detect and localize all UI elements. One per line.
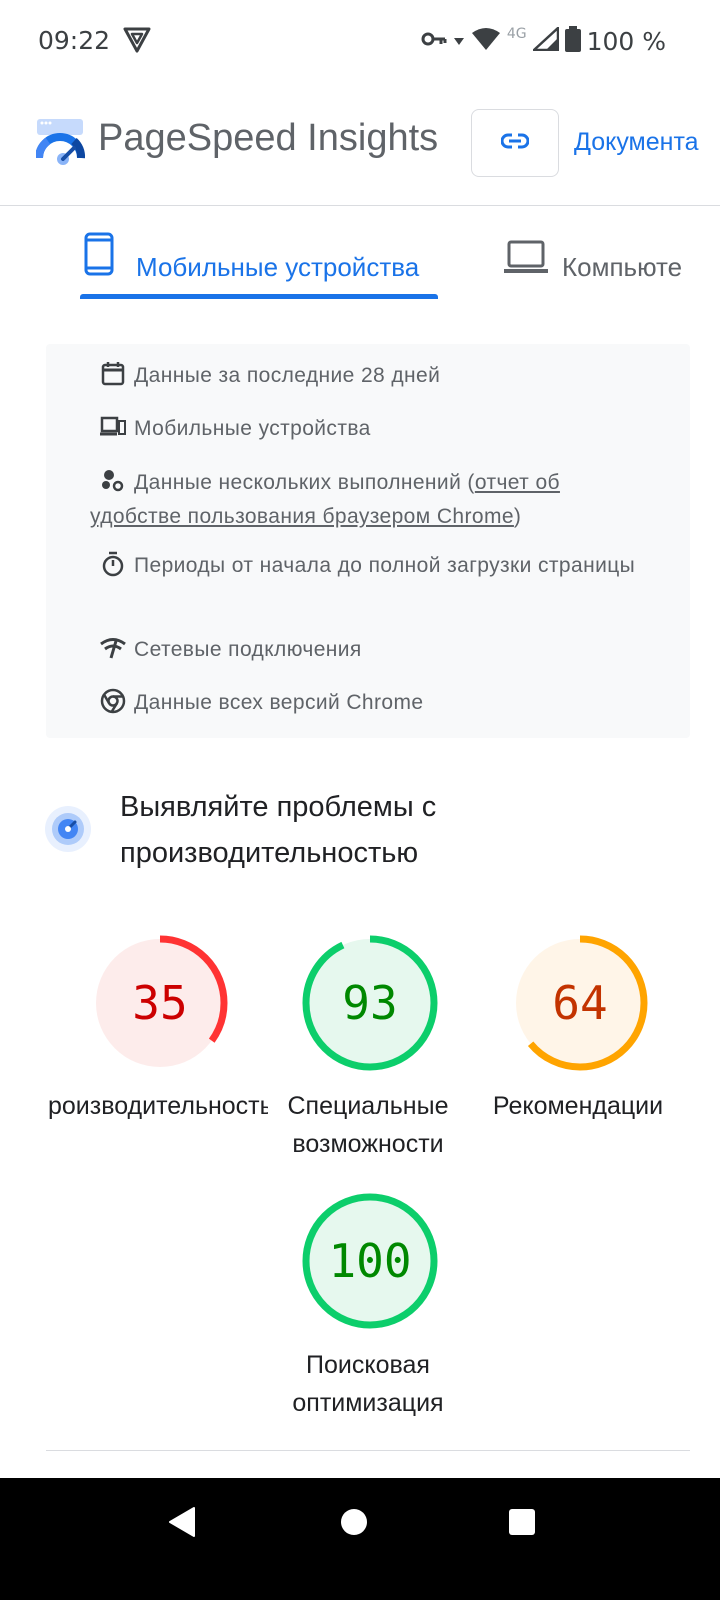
network-icon [100,635,126,661]
back-icon[interactable] [168,1506,196,1543]
chrome-icon [100,688,126,714]
dropdown-indicator-icon [453,33,465,51]
recents-icon[interactable] [508,1508,536,1541]
performance-label: Производительность [48,1087,268,1125]
app-title: PageSpeed Insights [98,117,439,159]
smartphone-icon [84,232,114,281]
tab-mobile[interactable]: Мобильные устройства [80,226,440,300]
docs-link[interactable]: Документа [574,128,699,157]
field-data-info-panel: Данные за последние 28 дней Мобильные ус… [46,344,690,738]
tab-mobile-label: Мобильные устройства [136,252,420,282]
tab-desktop-label: Компьюте [562,252,683,282]
info-devices: Мобильные устройства [90,412,650,446]
info-period-text: Данные за последние 28 дней [134,364,441,387]
performance-score-gauge[interactable]: 35 [90,933,230,1073]
info-connections-text: Сетевые подключения [134,638,362,661]
device-tabs: Мобильные устройства Компьюте [0,206,720,306]
signal-icon [530,25,559,56]
tab-desktop[interactable]: Компьюте [504,226,720,300]
info-durations-text: Периоды от начала до полной загрузки стр… [134,554,636,577]
info-versions: Данные всех версий Chrome [90,686,650,720]
link-icon [500,133,530,154]
tab-active-indicator [80,294,438,299]
info-durations: Периоды от начала до полной загрузки стр… [90,549,650,583]
battery-level: 100 % [586,27,666,56]
timer-icon [100,551,126,577]
app-header: PageSpeed Insights Документа [0,92,720,206]
info-samples-prefix: Данные нескольких выполнений ( [134,471,475,494]
best-practices-score-gauge[interactable]: 64 [510,933,650,1073]
network-type: 4G [506,25,527,42]
info-samples: Данные нескольких выполнений (отчет об у… [90,466,650,534]
section-title: Выявляйте проблемы с производительностью [120,791,437,869]
copy-link-button[interactable] [471,109,559,177]
accessibility-score: 93 [342,976,398,1030]
accessibility-label: Специальные возможности [287,1092,449,1158]
pagespeed-logo-icon[interactable] [35,118,86,171]
battery-icon [564,26,581,57]
seo-score-gauge[interactable]: 100 [300,1191,440,1331]
calendar-icon [100,361,126,387]
performance-score: 35 [132,976,188,1030]
seo-score: 100 [328,1234,412,1288]
info-samples-suffix: ) [513,505,522,528]
best-practices-score: 64 [552,976,608,1030]
info-connections: Сетевые подключения [90,633,650,667]
devices-icon [100,414,126,440]
info-devices-text: Мобильные устройства [134,417,371,440]
key-icon [421,29,447,54]
system-nav-bar [0,1478,720,1600]
status-time: 09:22 [38,26,111,55]
wifi-icon [471,27,501,56]
status-bar: 09:22 4G 100 % [0,0,720,84]
info-period: Данные за последние 28 дней [90,359,650,393]
accessibility-score-gauge[interactable]: 93 [300,933,440,1073]
performance-label-text: Производительность [48,1092,268,1120]
section-divider [46,1450,690,1451]
home-icon[interactable] [340,1508,368,1541]
shield-icon [122,26,152,59]
info-versions-text: Данные всех версий Chrome [134,691,424,714]
best-practices-label: Рекомендации [492,1092,664,1120]
bubbles-icon [100,468,126,494]
lighthouse-icon [44,805,92,858]
seo-label: Поисковая оптимизация [292,1351,444,1417]
laptop-icon [504,240,548,279]
